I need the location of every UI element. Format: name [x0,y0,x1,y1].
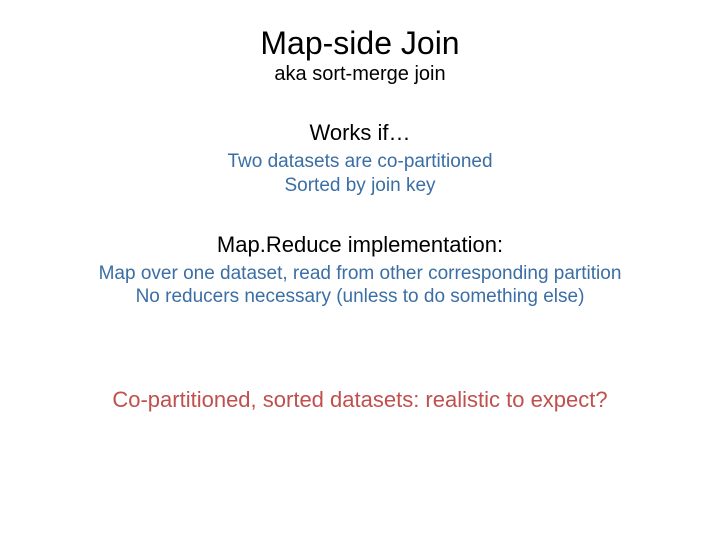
closing-question: Co-partitioned, sorted datasets: realist… [0,387,720,413]
slide-title: Map-side Join [0,0,720,61]
slide: Map-side Join aka sort-merge join Works … [0,0,720,540]
works-if-line-1: Two datasets are co-partitioned [0,150,720,174]
section-works-if-heading: Works if… [0,120,720,146]
slide-subtitle: aka sort-merge join [0,63,720,86]
impl-line-2: No reducers necessary (unless to do some… [0,285,720,309]
impl-line-1: Map over one dataset, read from other co… [0,262,720,286]
works-if-line-2: Sorted by join key [0,174,720,198]
section-impl-heading: Map.Reduce implementation: [0,232,720,258]
